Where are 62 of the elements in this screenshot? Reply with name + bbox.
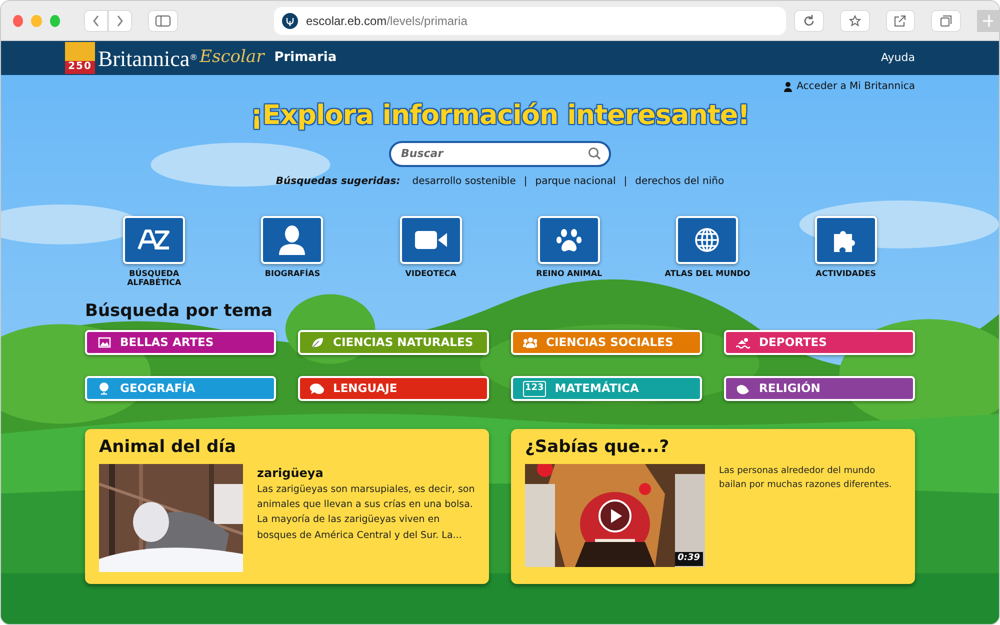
fact-text: Las personas alrededor del mundo bailan por muchas razones diferentes. (719, 464, 893, 492)
play-icon[interactable] (598, 498, 632, 533)
quick-link[interactable]: ATLAS DEL MUNDO (638, 215, 777, 289)
level-label: Primaria (274, 49, 337, 68)
search-field[interactable]: Buscar (389, 140, 611, 167)
quick-link[interactable]: REINO ANIMAL (500, 215, 638, 289)
globe-icon (97, 382, 111, 396)
plus-icon (983, 14, 993, 26)
quick-link[interactable]: VIDEOTECA (362, 215, 500, 289)
card-title: ¿Sabías que...? (525, 436, 670, 460)
topic-button[interactable]: DEPORTES (724, 330, 915, 356)
share-button[interactable] (886, 10, 916, 32)
chevron-right-icon (116, 14, 124, 26)
animal-name: zarigüeya (257, 464, 324, 482)
sidebar-icon (155, 14, 172, 26)
person-icon (279, 225, 306, 256)
section-heading: Búsqueda por tema (85, 300, 274, 323)
suggestion-link[interactable]: desarrollo sostenible (412, 174, 516, 190)
forward-button[interactable] (108, 10, 132, 32)
tabs-button[interactable] (931, 10, 961, 32)
separator: | (624, 175, 628, 190)
headline: ¡Explora información interesante! (250, 100, 750, 132)
tabs-icon (940, 14, 952, 26)
video-icon (414, 230, 447, 250)
quick-link[interactable]: ACTIVIDADES (776, 215, 915, 289)
back-button[interactable] (84, 10, 108, 32)
help-link[interactable]: Ayuda (881, 50, 915, 66)
address-bar[interactable]: escolar.eb.com/levels/primaria (274, 6, 786, 34)
star-icon (848, 14, 861, 26)
reload-button[interactable] (794, 10, 824, 32)
separator: | (524, 175, 528, 190)
image-icon (97, 337, 111, 348)
leaf-icon (310, 336, 324, 349)
globe-icon (694, 227, 720, 254)
sidebar-button[interactable] (148, 10, 178, 32)
animal-description: Las zarigüeyas son marsupiales, es decir, son animales que llevan a sus crías en una bolsa. La mayoría de las zarigüeyas viven en bosques de América Central y del Sur. La... (257, 482, 475, 543)
search-icon[interactable] (588, 146, 601, 160)
video-duration: 0:39 (674, 552, 703, 566)
login-link[interactable]: Acceder a Mi Britannica (784, 79, 915, 94)
suggestions-label: Búsquedas sugeridas: (276, 175, 400, 190)
reload-icon (802, 14, 815, 26)
az-icon (137, 229, 172, 252)
chevron-left-icon (92, 14, 100, 26)
url-text: escolar.eb.com/levels/primaria (306, 12, 468, 30)
topic-button[interactable]: LENGUAJE (298, 376, 489, 402)
close-icon[interactable] (13, 14, 24, 26)
site-icon (282, 12, 298, 28)
numbers-icon: 123 (523, 381, 546, 397)
card-title: Animal del día (99, 436, 237, 460)
paw-icon (556, 228, 582, 252)
bookmark-button[interactable] (840, 10, 870, 32)
quick-link[interactable]: BIOGRAFÍAS (223, 215, 362, 289)
quick-link[interactable]: BÚSQUEDA ALFABÉTICA (85, 215, 224, 289)
user-icon (784, 82, 792, 92)
topic-button[interactable]: BELLAS ARTES (85, 330, 276, 356)
britannica-logo[interactable]: 250 Britannica®Escolar (65, 42, 264, 74)
share-icon (894, 14, 906, 26)
suggestion-link[interactable]: derechos del niño (635, 174, 724, 190)
topic-button[interactable]: RELIGIÓN (724, 376, 915, 402)
chat-icon (310, 382, 324, 395)
suggestion-link[interactable]: parque nacional (535, 174, 616, 190)
people-icon (523, 337, 537, 348)
